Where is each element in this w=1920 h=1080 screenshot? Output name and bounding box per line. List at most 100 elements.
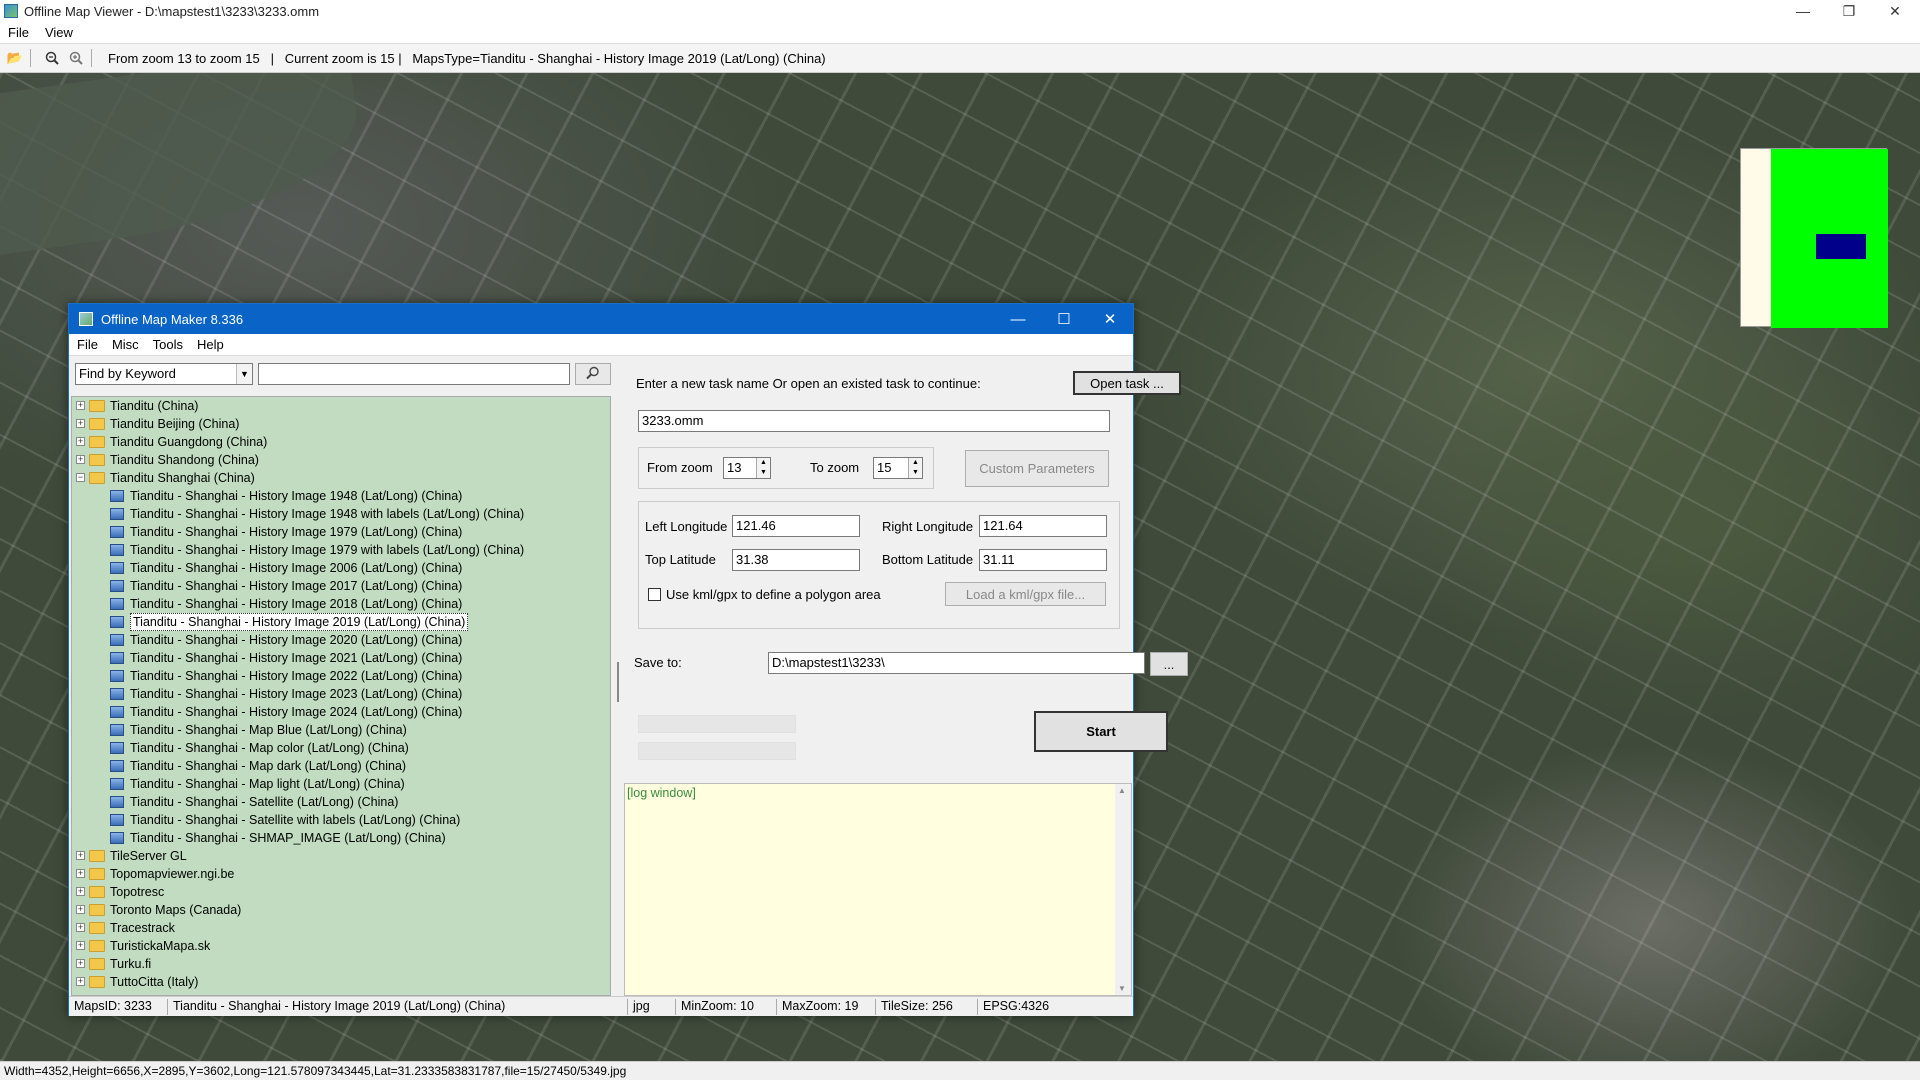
tree-item-label: Tianditu - Shanghai - History Image 2006… [130, 561, 463, 575]
tree-map-item[interactable]: Tianditu - Shanghai - History Image 2006… [72, 559, 610, 577]
map-source-tree[interactable]: + Tianditu (China) + Tianditu Beijing (Chin… [71, 396, 611, 996]
tree-folder-item[interactable]: + Tianditu Guangdong (China) [72, 433, 610, 451]
kml-checkbox[interactable] [648, 588, 661, 601]
expand-icon[interactable]: + [76, 437, 85, 446]
to-zoom-stepper[interactable]: 15 ▲ ▼ [873, 457, 923, 479]
tree-folder-item[interactable]: + Tianditu Shandong (China) [72, 451, 610, 469]
log-window[interactable]: [log window] ▲ ▼ [624, 783, 1132, 996]
expand-icon[interactable]: + [76, 419, 85, 428]
find-mode-select[interactable]: Find by Keyword ▼ [75, 363, 253, 385]
kml-checkbox-label[interactable]: Use kml/gpx to define a polygon area [666, 587, 881, 602]
stepper-arrows-icon[interactable]: ▲ ▼ [908, 458, 922, 478]
log-scrollbar[interactable]: ▲ ▼ [1115, 784, 1131, 995]
tree-item-label: Tianditu - Shanghai - History Image 2024… [130, 705, 463, 719]
pane-splitter[interactable] [614, 356, 622, 996]
folder-icon [89, 940, 105, 952]
tree-map-item[interactable]: Tianditu - Shanghai - History Image 2024… [72, 703, 610, 721]
tree-map-item[interactable]: Tianditu - Shanghai - History Image 1979… [72, 523, 610, 541]
tree-folder-item[interactable]: + Tianditu Beijing (China) [72, 415, 610, 433]
status-separator [627, 999, 628, 1015]
tree-map-item[interactable]: Tianditu - Shanghai - Satellite with lab… [72, 811, 610, 829]
tree-map-item[interactable]: Tianditu - Shanghai - History Image 2020… [72, 631, 610, 649]
tree-folder-item[interactable]: + TuttoCitta (Italy) [72, 973, 610, 991]
dialog-close-icon[interactable]: ✕ [1087, 304, 1133, 334]
expand-icon[interactable]: + [76, 851, 85, 860]
scroll-down-icon[interactable]: ▼ [1118, 984, 1126, 993]
tree-map-item[interactable]: Tianditu - Shanghai - History Image 2021… [72, 649, 610, 667]
restore-icon[interactable]: ❐ [1826, 0, 1872, 22]
tree-map-item[interactable]: Tianditu - Shanghai - History Image 2017… [72, 577, 610, 595]
tree-map-item[interactable]: Tianditu - Shanghai - History Image 1948… [72, 487, 610, 505]
tree-map-item[interactable]: Tianditu - Shanghai - Map light (Lat/Lon… [72, 775, 610, 793]
tree-map-item[interactable]: Tianditu - Shanghai - History Image 2022… [72, 667, 610, 685]
expand-icon[interactable]: + [76, 887, 85, 896]
dialog-menu-tools[interactable]: Tools [153, 337, 183, 352]
close-icon[interactable]: ✕ [1872, 0, 1918, 22]
tree-item-label: Tianditu - Shanghai - History Image 2020… [130, 633, 463, 647]
tree-folder-item[interactable]: + TuristickaMapa.sk [72, 937, 610, 955]
dialog-minimize-icon[interactable]: — [995, 304, 1041, 334]
minimap[interactable] [1740, 148, 1888, 328]
stepper-arrows-icon[interactable]: ▲ ▼ [756, 458, 770, 478]
status-min-zoom: MinZoom: 10 [681, 999, 754, 1013]
tree-map-item[interactable]: Tianditu - Shanghai - SHMAP_IMAGE (Lat/L… [72, 829, 610, 847]
tree-map-item[interactable]: Tianditu - Shanghai - Satellite (Lat/Lon… [72, 793, 610, 811]
left-longitude-input[interactable]: 121.46 [732, 515, 860, 537]
tree-map-item[interactable]: Tianditu - Shanghai - History Image 2018… [72, 595, 610, 613]
collapse-icon[interactable]: − [76, 473, 85, 482]
tree-map-item[interactable]: Tianditu - Shanghai - Map dark (Lat/Long… [72, 757, 610, 775]
zoom-out-icon[interactable] [43, 49, 61, 67]
menu-file[interactable]: File [8, 25, 29, 40]
custom-parameters-button[interactable]: Custom Parameters [965, 450, 1109, 487]
status-format: jpg [633, 999, 650, 1013]
load-kml-button[interactable]: Load a kml/gpx file... [945, 582, 1106, 606]
dialog-menu-help[interactable]: Help [197, 337, 224, 352]
start-button[interactable]: Start [1034, 711, 1168, 752]
tree-folder-item[interactable]: + Tracestrack [72, 919, 610, 937]
dialog-menu-file[interactable]: File [77, 337, 98, 352]
expand-icon[interactable]: + [76, 941, 85, 950]
tree-map-item[interactable]: Tianditu - Shanghai - History Image 2019… [72, 613, 610, 631]
tree-map-item[interactable]: Tianditu - Shanghai - History Image 1979… [72, 541, 610, 559]
top-latitude-input[interactable]: 31.38 [732, 549, 860, 571]
minimize-icon[interactable]: — [1780, 0, 1826, 22]
expand-icon[interactable]: + [76, 923, 85, 932]
tree-folder-item[interactable]: + Tianditu (China) [72, 397, 610, 415]
expand-icon[interactable]: + [76, 869, 85, 878]
tree-map-item[interactable]: Tianditu - Shanghai - History Image 1948… [72, 505, 610, 523]
expand-icon[interactable]: + [76, 401, 85, 410]
task-name-input[interactable]: 3233.omm [638, 410, 1110, 432]
open-task-button[interactable]: Open task ... [1073, 371, 1181, 395]
open-folder-icon[interactable]: 📂 [6, 49, 24, 67]
tree-map-item[interactable]: Tianditu - Shanghai - History Image 2023… [72, 685, 610, 703]
menu-view[interactable]: View [45, 25, 73, 40]
zoom-in-icon[interactable] [67, 49, 85, 67]
dialog-menu-misc[interactable]: Misc [112, 337, 139, 352]
expand-icon[interactable]: + [76, 959, 85, 968]
minimap-viewport[interactable] [1816, 234, 1866, 259]
save-path-input[interactable]: D:\mapstest1\3233\ [768, 652, 1145, 674]
expand-icon[interactable]: + [76, 905, 85, 914]
tree-folder-item[interactable]: − Tianditu Shanghai (China) [72, 469, 610, 487]
expand-icon[interactable]: + [76, 455, 85, 464]
dialog-maximize-icon[interactable]: ☐ [1041, 304, 1087, 334]
from-zoom-stepper[interactable]: 13 ▲ ▼ [723, 457, 771, 479]
expand-icon[interactable]: + [76, 977, 85, 986]
tree-item-label: Tianditu Shandong (China) [110, 453, 259, 467]
app-icon [4, 4, 18, 18]
tree-folder-item[interactable]: + Topotresc [72, 883, 610, 901]
tree-folder-item[interactable]: + Topomapviewer.ngi.be [72, 865, 610, 883]
browse-button[interactable]: ... [1150, 652, 1188, 676]
find-keyword-input[interactable] [258, 363, 570, 385]
scroll-up-icon[interactable]: ▲ [1118, 786, 1126, 795]
splitter-grip[interactable] [617, 662, 619, 702]
tree-map-item[interactable]: Tianditu - Shanghai - Map color (Lat/Lon… [72, 739, 610, 757]
bottom-latitude-input[interactable]: 31.11 [979, 549, 1107, 571]
tree-map-item[interactable]: Tianditu - Shanghai - Map Blue (Lat/Long… [72, 721, 610, 739]
tree-folder-item[interactable]: + Turku.fi [72, 955, 610, 973]
right-longitude-input[interactable]: 121.64 [979, 515, 1107, 537]
chevron-down-icon[interactable]: ▼ [236, 364, 252, 384]
search-button[interactable] [575, 363, 611, 385]
tree-folder-item[interactable]: + Toronto Maps (Canada) [72, 901, 610, 919]
tree-folder-item[interactable]: + TileServer GL [72, 847, 610, 865]
